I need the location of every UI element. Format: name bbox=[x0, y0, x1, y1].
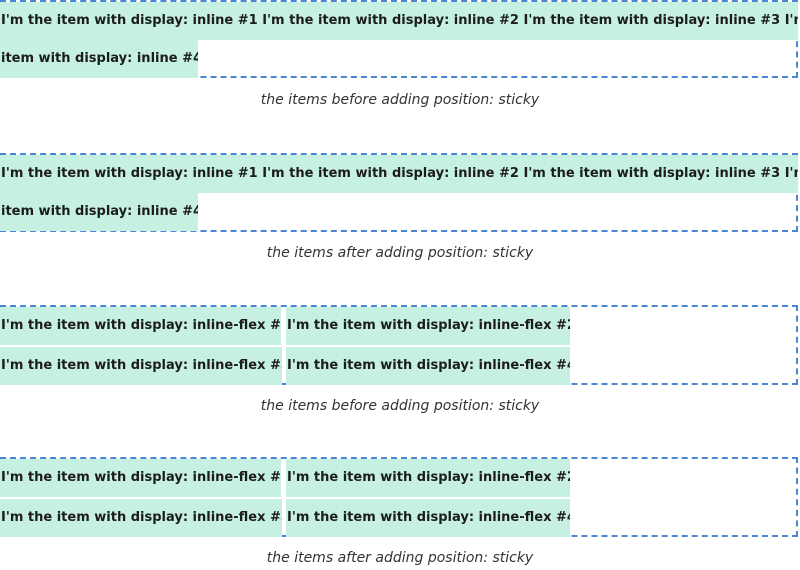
inline-item-line-2: item with display: inline #4 bbox=[0, 193, 198, 231]
inline-flex-item-1: I'm the item with display: inline-flex #… bbox=[0, 307, 281, 345]
inline-flex-item-3: I'm the item with display: inline-flex #… bbox=[0, 499, 282, 537]
inline-item-line-1: I'm the item with display: inline #1 I'm… bbox=[0, 155, 798, 193]
inline-flex-item-3: I'm the item with display: inline-flex #… bbox=[0, 347, 282, 385]
inline-flex-item-4: I'm the item with display: inline-flex #… bbox=[286, 499, 570, 537]
inline-flex-item-2: I'm the item with display: inline-flex #… bbox=[286, 307, 570, 345]
inline-flex-item-4: I'm the item with display: inline-flex #… bbox=[286, 347, 570, 385]
caption-inline-before: the items before adding position: sticky bbox=[260, 92, 540, 108]
caption-inline-after: the items after adding position: sticky bbox=[266, 245, 534, 261]
caption-inline-flex-after: the items after adding position: sticky bbox=[266, 550, 534, 566]
inline-item-line-2: item with display: inline #4 bbox=[0, 40, 198, 78]
inline-container-before: I'm the item with display: inline #1 I'm… bbox=[0, 0, 798, 78]
inline-flex-item-1: I'm the item with display: inline-flex #… bbox=[0, 459, 281, 497]
caption-inline-flex-before: the items before adding position: sticky bbox=[260, 398, 540, 414]
inline-flex-container-after: I'm the item with display: inline-flex #… bbox=[0, 457, 798, 537]
inline-flex-container-before: I'm the item with display: inline-flex #… bbox=[0, 305, 798, 385]
inline-flex-item-2: I'm the item with display: inline-flex #… bbox=[286, 459, 570, 497]
inline-item-line-1: I'm the item with display: inline #1 I'm… bbox=[0, 2, 798, 40]
inline-container-after: I'm the item with display: inline #1 I'm… bbox=[0, 153, 798, 232]
